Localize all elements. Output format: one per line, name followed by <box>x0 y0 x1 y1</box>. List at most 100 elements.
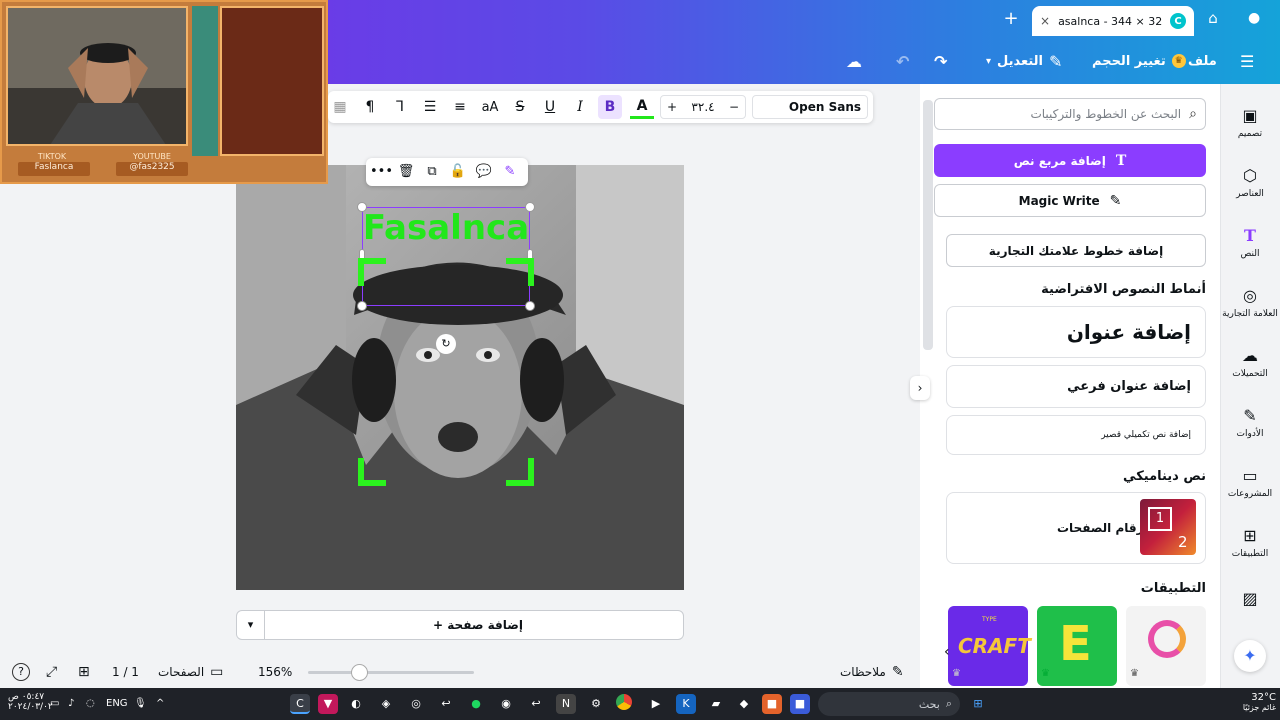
taskbar-app-13[interactable]: ▼ <box>318 694 338 714</box>
text-color-button[interactable]: A <box>630 95 654 119</box>
font-size-value[interactable]: ٣٢.٤ <box>691 100 714 114</box>
rail-item-apps[interactable]: ⊞ التطبيقات <box>1220 514 1280 570</box>
taskbar-app-4[interactable]: ▰ <box>706 694 726 714</box>
add-textbox-button[interactable]: إضافة مربع نص T <box>934 144 1206 177</box>
font-size-stepper[interactable]: + ٣٢.٤ − <box>660 95 746 119</box>
app-thumb-g[interactable]: ♛ <box>1126 606 1206 686</box>
taskbar-spotify[interactable]: ● <box>466 694 486 714</box>
taskbar-search[interactable]: ⌕ بحث <box>818 692 960 716</box>
font-size-minus-button[interactable]: − <box>729 100 739 114</box>
rail-item-design[interactable]: ▣ تصميم <box>1220 94 1280 150</box>
text-direction-button[interactable]: ¶ <box>358 95 382 119</box>
transparency-button[interactable]: ▦ <box>328 95 352 119</box>
wifi-icon[interactable]: ◌ <box>86 698 95 709</box>
pages-button[interactable]: الصفحات ▭ <box>158 656 223 688</box>
tray-expand-icon[interactable]: ^ <box>156 698 164 709</box>
taskbar-chrome[interactable] <box>614 694 634 714</box>
resize-handle-tr[interactable] <box>525 202 535 212</box>
new-tab-button[interactable]: + <box>1000 8 1022 30</box>
resize-handle-tl[interactable] <box>357 202 367 212</box>
taskbar-obs[interactable]: ◎ <box>406 694 426 714</box>
add-subheading-card[interactable]: إضافة عنوان فرعي <box>946 365 1206 408</box>
taskbar-app-3[interactable]: ◆ <box>734 694 754 714</box>
zoom-slider-handle[interactable] <box>351 664 368 681</box>
main-menu-button[interactable]: ☰ <box>1240 38 1254 84</box>
canva-assistant-button[interactable]: ✦ <box>1234 640 1266 672</box>
edit-menu-button[interactable]: ▾ التعديل ✎ <box>986 38 1062 84</box>
font-size-plus-button[interactable]: + <box>667 100 677 114</box>
taskbar-app-1[interactable]: ■ <box>790 694 810 714</box>
start-button[interactable]: ⊞ <box>968 694 988 714</box>
keyboard-language[interactable]: ENG <box>106 698 128 709</box>
window-dot-icon[interactable]: ● <box>1248 10 1260 26</box>
grid-view-button[interactable]: ⊞ <box>78 656 90 688</box>
rail-item-tools[interactable]: ✎ الأدوات <box>1220 394 1280 450</box>
taskbar-app-9[interactable]: ↩ <box>526 694 546 714</box>
app-thumb-craft[interactable]: TYPE CRAFT ♛ <box>948 606 1031 686</box>
brand-fonts-button[interactable]: إضافة خطوط علامتك التجارية <box>946 234 1206 267</box>
more-options-button[interactable]: ••• <box>370 162 393 182</box>
taskbar-app-6[interactable]: ▶ <box>646 694 666 714</box>
home-icon[interactable]: ⌂ <box>1202 9 1224 31</box>
weather-widget[interactable]: 32°C غائم جزئيًا <box>1226 692 1276 712</box>
italic-button[interactable]: I <box>568 95 592 119</box>
add-body-text-card[interactable]: إضافة نص تكميلي قصير <box>946 415 1206 455</box>
collapse-panel-button[interactable]: › <box>910 376 930 400</box>
fullscreen-button[interactable]: ⤢ <box>46 656 57 688</box>
taskbar-steam[interactable]: ◉ <box>496 694 516 714</box>
browser-tab[interactable]: C asalnca - 344 × 326... × <box>1032 6 1194 36</box>
taskbar-app-12[interactable]: ◐ <box>346 694 366 714</box>
selection-box[interactable] <box>362 207 530 306</box>
rail-item-uploads[interactable]: ☁ التحميلات <box>1220 334 1280 390</box>
bold-button[interactable]: B <box>598 95 622 119</box>
align-center-button[interactable]: ≡ <box>448 95 472 119</box>
lock-button[interactable]: 🔓 <box>448 162 468 182</box>
delete-button[interactable]: 🗑 <box>396 162 416 182</box>
system-clock[interactable]: ٠٥:٤٧ ص ٢٠٢٤/٠٣/٠٢ <box>8 692 53 712</box>
rotate-handle[interactable]: ↻ <box>436 334 456 354</box>
taskbar-app-5[interactable]: K <box>676 694 696 714</box>
taskbar-app-7[interactable]: ⚙ <box>586 694 606 714</box>
magic-write-button[interactable]: Magic Write ✎ <box>934 184 1206 217</box>
file-menu-button[interactable]: ملف <box>1188 38 1217 84</box>
rail-item-elements[interactable]: ⬡ العناصر <box>1220 154 1280 210</box>
taskbar-app-8[interactable]: N <box>556 694 576 714</box>
rail-item-projects[interactable]: ▭ المشروعات <box>1220 454 1280 510</box>
redo-button[interactable]: ↷ <box>934 38 947 84</box>
rail-item-brand[interactable]: ◎ العلامة التجارية <box>1220 274 1280 330</box>
letter-spacing-button[interactable]: Ꞁ <box>388 95 412 119</box>
letter-case-button[interactable]: aA <box>478 95 502 119</box>
underline-button[interactable]: U <box>538 95 562 119</box>
taskbar-app-11[interactable]: ◈ <box>376 694 396 714</box>
add-heading-card[interactable]: إضافة عنوان <box>946 306 1206 358</box>
magic-edit-button[interactable]: ✎ <box>500 162 520 182</box>
resize-handle-br[interactable] <box>525 301 535 311</box>
notes-button[interactable]: ملاحظات ✎ <box>840 656 904 688</box>
volume-icon[interactable]: ♪ <box>68 698 74 709</box>
tab-close-icon[interactable]: × <box>1040 14 1050 28</box>
undo-button[interactable]: ↶ <box>896 38 909 84</box>
add-page-button[interactable]: + إضافة صفحة <box>273 611 683 639</box>
font-search-input[interactable]: ⌕ البحث عن الخطوط والتركيبات <box>934 98 1206 130</box>
bullet-list-button[interactable]: ☰ <box>418 95 442 119</box>
resize-button[interactable]: تغيير الحجم ♛ <box>1092 38 1186 84</box>
comment-button[interactable]: 💬 <box>474 162 494 182</box>
cloud-save-button[interactable]: ☁ <box>846 38 862 84</box>
panel-scrollbar[interactable] <box>923 100 933 350</box>
rail-item-text[interactable]: T النص <box>1220 214 1280 270</box>
zoom-slider-track[interactable] <box>308 671 474 674</box>
taskbar-canva[interactable]: C <box>290 694 310 714</box>
taskbar-app-2[interactable]: ■ <box>762 694 782 714</box>
taskbar-app-10[interactable]: ↩ <box>436 694 456 714</box>
zoom-value[interactable]: 156% <box>258 656 292 688</box>
help-button[interactable]: ? <box>12 656 30 688</box>
font-family-select[interactable]: Open Sans <box>752 95 868 119</box>
apps-scroll-left-icon[interactable]: ‹ <box>944 644 950 660</box>
strikethrough-button[interactable]: S <box>508 95 532 119</box>
rail-item-image-edit[interactable]: ▨ <box>1220 578 1280 618</box>
add-page-chevron-button[interactable]: ▾ <box>237 611 265 639</box>
resize-handle-bl[interactable] <box>357 301 367 311</box>
duplicate-button[interactable]: ⧉ <box>422 162 442 182</box>
app-thumb-e[interactable]: E ♛ <box>1037 606 1117 686</box>
mic-icon[interactable]: 🎙 <box>134 698 147 709</box>
